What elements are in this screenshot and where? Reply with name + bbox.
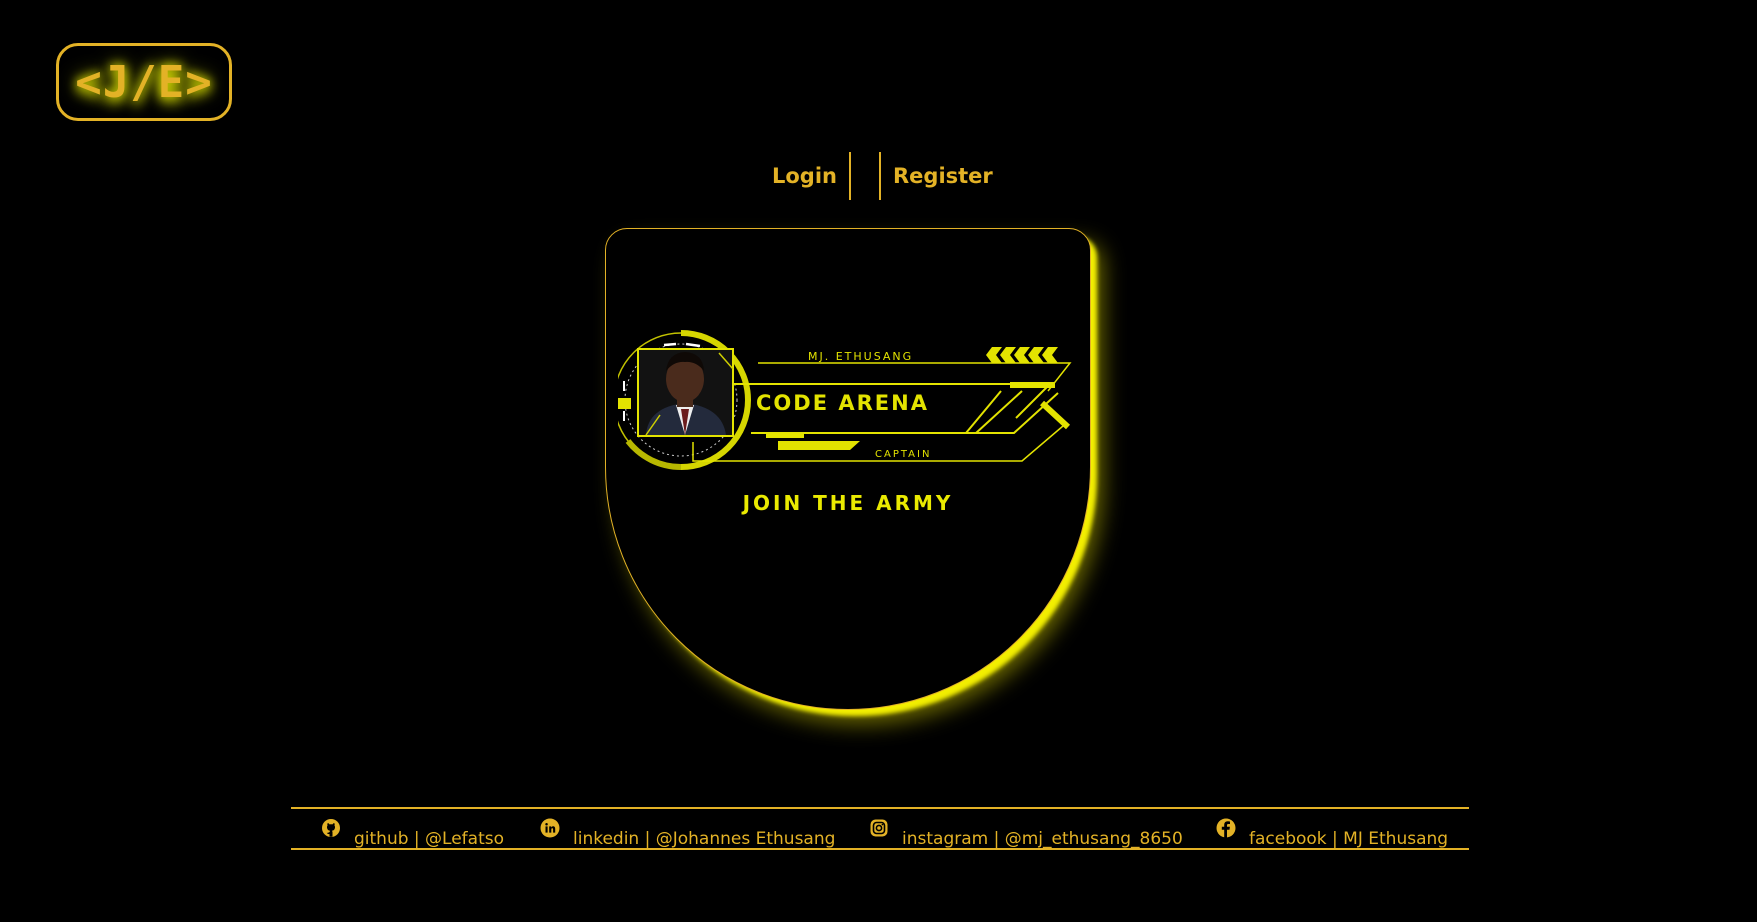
social-footer: github | @Lefatso linkedin | @Johannes E… [291, 807, 1469, 850]
hero-card: MJ. ETHUSANG CODE ARENA CAPTAIN JOIN THE… [605, 228, 1091, 710]
nav-divider [879, 152, 881, 200]
logo-text: <J/E> [75, 56, 213, 108]
github-link[interactable]: github | @Lefatso [321, 818, 504, 849]
register-link[interactable]: Register [893, 164, 993, 188]
badge-title: CODE ARENA [756, 391, 929, 415]
top-nav: Login Register [772, 151, 993, 201]
facebook-link[interactable]: facebook | MJ Ethusang [1216, 818, 1448, 849]
badge-role: CAPTAIN [875, 449, 931, 460]
instagram-link[interactable]: instagram | @mj_ethusang_8650 [869, 818, 1183, 849]
badge-name: MJ. ETHUSANG [808, 350, 913, 363]
facebook-label: facebook | MJ Ethusang [1249, 829, 1449, 849]
github-label: github | @Lefatso [354, 829, 505, 849]
instagram-icon [870, 819, 888, 837]
join-army-button[interactable]: JOIN THE ARMY [606, 491, 1090, 515]
linkedin-icon [540, 818, 560, 838]
linkedin-link[interactable]: linkedin | @Johannes Ethusang [540, 818, 835, 849]
linkedin-label: linkedin | @Johannes Ethusang [573, 829, 836, 849]
instagram-label: instagram | @mj_ethusang_8650 [902, 829, 1183, 849]
login-link[interactable]: Login [772, 164, 837, 188]
logo[interactable]: <J/E> [56, 43, 232, 121]
chevron-stripes [986, 347, 1058, 363]
facebook-icon [1216, 818, 1236, 838]
profile-photo [637, 348, 734, 437]
id-badge-graphic: MJ. ETHUSANG CODE ARENA CAPTAIN [618, 330, 1072, 470]
nav-divider [849, 152, 851, 200]
github-icon [322, 819, 340, 837]
